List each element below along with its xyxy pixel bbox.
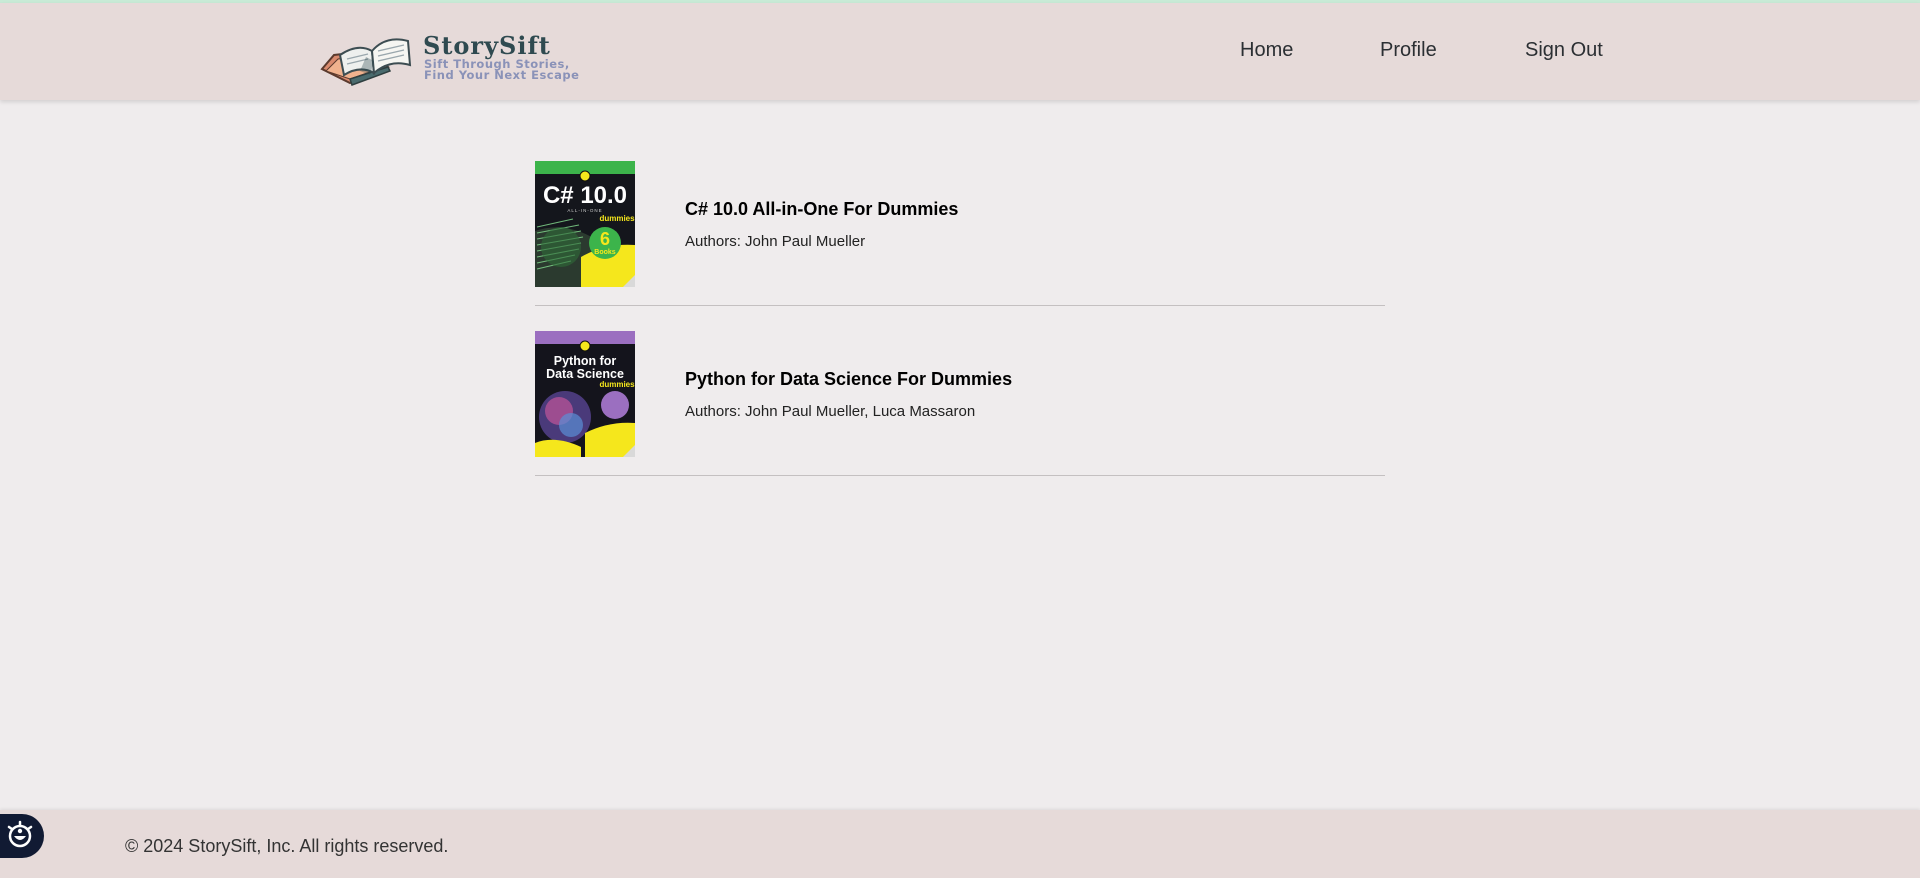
book-cover-art: C# 10.0 ALL-IN-ONE dummies 6 Books: [535, 161, 635, 287]
cover-brand-text: dummies: [599, 214, 635, 223]
logo-tagline-line-2: Find Your Next Escape: [424, 68, 580, 82]
cover-title-text: C# 10.0: [543, 182, 627, 209]
nav-profile-link[interactable]: Profile: [1380, 39, 1437, 62]
book-authors: Authors: John Paul Mueller: [685, 233, 865, 250]
site-logo-link[interactable]: StorySift Sift Through Stories, Find You…: [320, 21, 590, 87]
authors-label: Authors:: [685, 233, 741, 250]
copyright-text: © 2024 StorySift, Inc. All rights reserv…: [125, 836, 449, 856]
cover-title-line-2: Data Science: [546, 367, 624, 381]
book-cover-python[interactable]: Python for Data Science dummies: [535, 331, 635, 457]
book-cover-csharp[interactable]: C# 10.0 ALL-IN-ONE dummies 6 Books: [535, 161, 635, 287]
accessibility-icon: [7, 820, 33, 848]
authors-label: Authors:: [685, 403, 741, 420]
nav-home-link[interactable]: Home: [1240, 39, 1293, 62]
book-cover-art: Python for Data Science dummies: [535, 331, 635, 457]
cover-title-line-1: Python for: [554, 354, 617, 368]
book-list: C# 10.0 ALL-IN-ONE dummies 6 Books C# 10…: [535, 161, 1385, 501]
authors-value: John Paul Mueller: [745, 233, 866, 250]
nav-sign-out-link[interactable]: Sign Out: [1525, 39, 1603, 62]
cover-badge-text: Books: [594, 249, 616, 256]
open-book-icon: [320, 38, 412, 86]
authors-value: John Paul Mueller, Luca Massaron: [745, 403, 976, 420]
logo-tagline: Sift Through Stories, Find Your Next Esc…: [424, 58, 594, 82]
book-list-item[interactable]: C# 10.0 ALL-IN-ONE dummies 6 Books C# 10…: [535, 161, 1385, 306]
book-title[interactable]: Python for Data Science For Dummies: [685, 369, 1012, 390]
cover-brand-text: dummies: [599, 380, 635, 389]
book-title[interactable]: C# 10.0 All-in-One For Dummies: [685, 199, 958, 220]
site-header: StorySift Sift Through Stories, Find You…: [0, 3, 1920, 100]
site-footer: © 2024 StorySift, Inc. All rights reserv…: [0, 810, 1920, 878]
accessibility-button[interactable]: [0, 814, 44, 858]
book-list-item[interactable]: Python for Data Science dummies Python f…: [535, 331, 1385, 476]
book-authors: Authors: John Paul Mueller, Luca Massaro…: [685, 403, 975, 420]
cover-badge-number: 6: [600, 229, 610, 249]
cover-subtitle-text: ALL-IN-ONE: [567, 208, 602, 213]
logo-title: StorySift: [423, 31, 551, 60]
